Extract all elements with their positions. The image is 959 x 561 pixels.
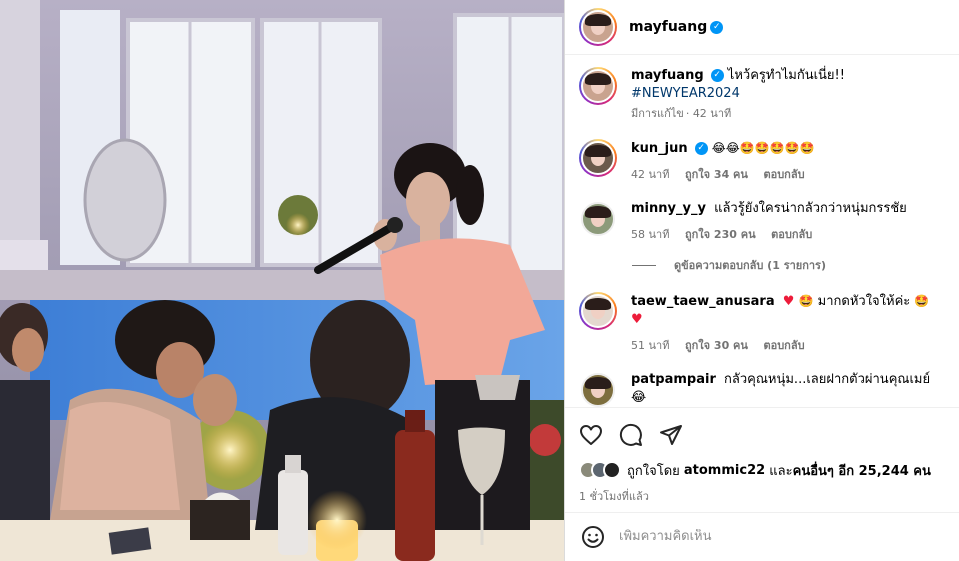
comment-item: patpampair กลัวคุณหนุ่ม...เลยฝากตัวผ่านค…: [579, 371, 945, 407]
comment-likes-link[interactable]: ถูกใจ 30 คน: [685, 339, 748, 352]
like-button[interactable]: [579, 416, 619, 454]
red-heart-icon: ♥: [631, 312, 643, 328]
reply-button[interactable]: ตอบกลับ: [763, 339, 804, 352]
liker-avatar: [603, 461, 621, 480]
comment-button[interactable]: [619, 416, 659, 454]
comment-item: taew_taew_anusara ♥ 🤩 มากดหัวใจให้ค่ะ 🤩 …: [579, 292, 945, 355]
post-timestamp[interactable]: 1 ชั่วโมงที่แล้ว: [579, 487, 945, 505]
post-actions: ถูกใจโดย atommic22 และ คนอื่นๆ อีก 25,244…: [565, 406, 959, 512]
commenter-avatar[interactable]: [579, 139, 617, 178]
comment-item: minny_y_y แล้วรู้ยังใครน่ากลัวกว่าหนุ่มก…: [579, 200, 945, 244]
comments-list[interactable]: mayfuang ✓ ไหว้ครูทำไมกันเนี่ย!! #NEWYEAR…: [565, 55, 959, 407]
comment-username[interactable]: minny_y_y: [631, 201, 706, 216]
comment-item: kun_jun ✓ 😂😂🤩🤩🤩🤩🤩 42 นาที ถูกใจ 34 คน ตอบ…: [579, 139, 945, 184]
comment-username[interactable]: kun_jun: [631, 141, 688, 156]
verified-badge-icon: ✓: [710, 69, 724, 83]
likes-and: และ: [769, 463, 793, 479]
view-replies-button[interactable]: ดูข้อความตอบกลับ (1 รายการ): [632, 256, 945, 274]
comment-username[interactable]: taew_taew_anusara: [631, 294, 775, 309]
comment-username[interactable]: patpampair: [631, 372, 716, 387]
caption: mayfuang ✓ ไหว้ครูทำไมกันเนี่ย!! #NEWYEAR…: [579, 67, 945, 123]
party-photo-illustration: [0, 0, 564, 561]
add-comment-bar: [565, 511, 959, 561]
likes-prefix: ถูกใจโดย: [627, 463, 680, 479]
reply-button[interactable]: ตอบกลับ: [771, 228, 812, 241]
caption-text: ไหว้ครูทำไมกันเนี่ย!!: [727, 68, 845, 84]
liker-username[interactable]: atommic22: [684, 463, 765, 478]
post-viewer: mayfuang ✓ mayfuang ✓ ไหว้ครูทำไมกันเนี่ย…: [0, 0, 959, 561]
heart-outline-icon: [580, 424, 602, 445]
caption-avatar[interactable]: [579, 67, 617, 106]
comment-emoji: 🤩: [798, 294, 814, 309]
comment-emoji: 🤩: [914, 294, 930, 309]
comment-time: 51 นาที: [631, 339, 670, 353]
red-heart-icon: ♥: [782, 294, 795, 310]
view-replies-label: ดูข้อความตอบกลับ (1 รายการ): [674, 259, 826, 273]
verified-badge-icon: ✓: [710, 20, 724, 34]
caption-username[interactable]: mayfuang: [631, 68, 704, 83]
comment-time: 58 นาที: [631, 228, 670, 242]
post-details-panel: mayfuang ✓ mayfuang ✓ ไหว้ครูทำไมกันเนี่ย…: [564, 0, 959, 561]
reply-button[interactable]: ตอบกลับ: [763, 168, 804, 181]
edited-label: มีการแก้ไข: [631, 107, 684, 121]
comment-bubble-icon: [619, 423, 642, 446]
comment-text: 😂😂🤩🤩🤩🤩🤩: [711, 141, 815, 156]
liker-avatars[interactable]: [579, 461, 621, 480]
others-likes-link[interactable]: คนอื่นๆ อีก 25,244 คน: [793, 460, 931, 481]
share-button[interactable]: [659, 416, 699, 454]
comment-text: แล้วรู้ยังใครน่ากลัวกว่าหนุ่มกรรชัย: [714, 201, 907, 217]
commenter-avatar[interactable]: [579, 371, 617, 407]
caption-time: 42 นาที: [692, 107, 732, 121]
paper-plane-icon: [660, 424, 682, 445]
verified-badge-icon: ✓: [694, 142, 708, 156]
comment-input[interactable]: [619, 529, 943, 545]
likes-summary: ถูกใจโดย atommic22 และ คนอื่นๆ อีก 25,244…: [579, 460, 945, 481]
comment-text: มากดหัวใจให้ค่ะ: [817, 294, 911, 310]
replies-divider: [632, 264, 656, 266]
post-header: mayfuang ✓: [565, 0, 959, 56]
commenter-avatar[interactable]: [579, 292, 617, 331]
comment-likes-link[interactable]: ถูกใจ 230 คน: [685, 228, 756, 241]
comment-time: 42 นาที: [631, 168, 670, 182]
post-photo[interactable]: [0, 0, 564, 561]
smiley-icon[interactable]: [581, 525, 605, 549]
caption-hashtag[interactable]: #NEWYEAR2024: [631, 86, 740, 101]
commenter-avatar[interactable]: [579, 200, 617, 238]
comment-likes-link[interactable]: ถูกใจ 34 คน: [685, 168, 748, 181]
author-username[interactable]: mayfuang: [629, 19, 707, 35]
author-avatar[interactable]: [579, 8, 617, 47]
